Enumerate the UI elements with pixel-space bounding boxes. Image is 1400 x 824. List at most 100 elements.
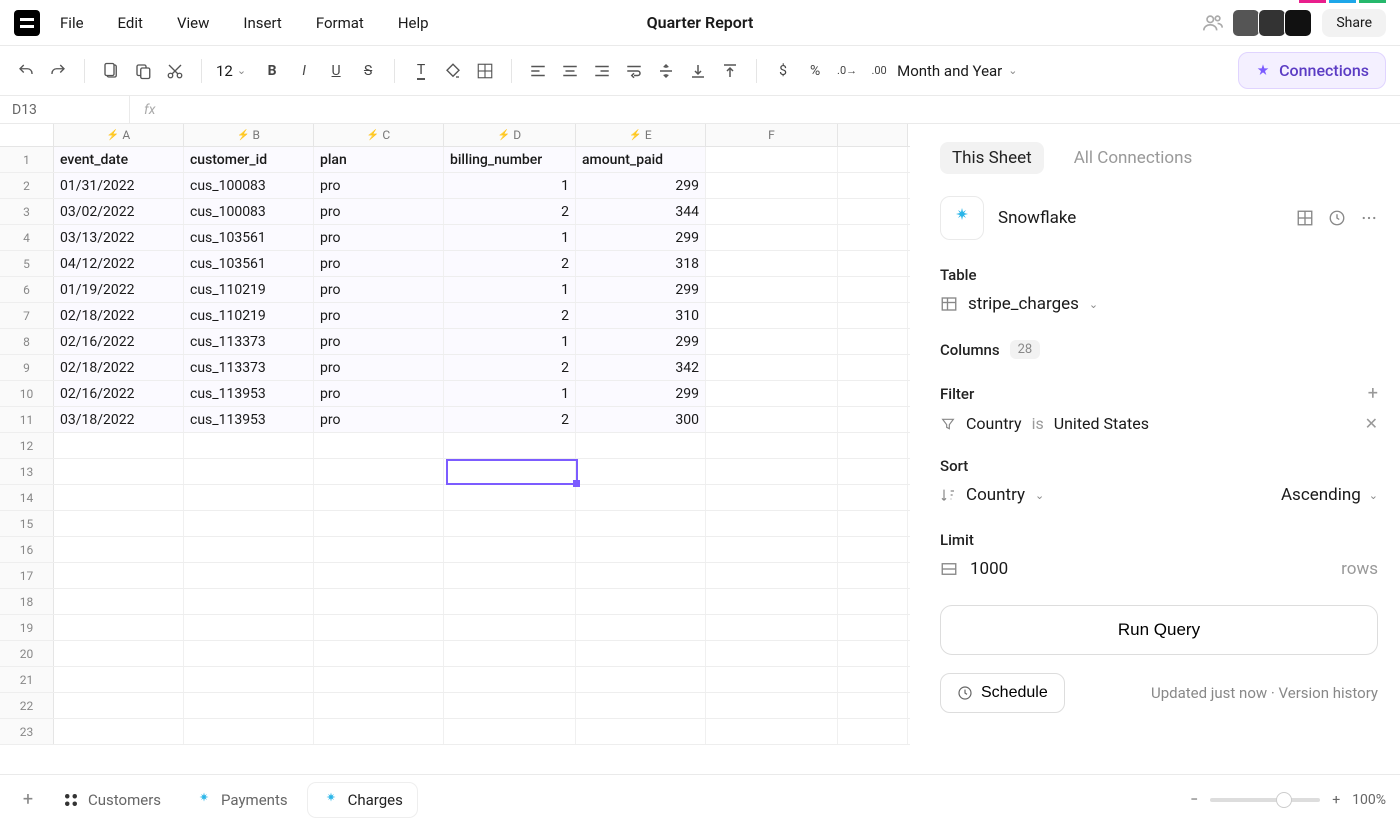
grid-icon[interactable] xyxy=(1296,209,1314,227)
column-header-D[interactable]: ⚡D xyxy=(444,124,576,146)
table-row[interactable]: 23 xyxy=(0,719,910,745)
copy-icon[interactable] xyxy=(131,59,155,83)
table-row[interactable]: 17 xyxy=(0,563,910,589)
app-logo[interactable] xyxy=(14,10,40,36)
undo-icon[interactable] xyxy=(14,59,38,83)
column-header-E[interactable]: ⚡E xyxy=(576,124,706,146)
table-row[interactable]: 1103/18/2022cus_113953pro2300 xyxy=(0,407,910,433)
sort-label: Sort xyxy=(940,457,1378,475)
chevron-down-icon: ⌄ xyxy=(1369,489,1378,502)
menu-help[interactable]: Help xyxy=(398,14,429,32)
menu-insert[interactable]: Insert xyxy=(243,14,281,32)
sheet-tab-customers[interactable]: Customers xyxy=(48,783,175,817)
clipboard-icon[interactable] xyxy=(99,59,123,83)
cell-reference[interactable]: D13 xyxy=(0,96,130,123)
table-row[interactable]: 12 xyxy=(0,433,910,459)
run-query-button[interactable]: Run Query xyxy=(940,605,1378,655)
table-row[interactable]: 15 xyxy=(0,511,910,537)
schedule-button[interactable]: Schedule xyxy=(940,673,1065,713)
align-left-icon[interactable] xyxy=(526,59,550,83)
table-row[interactable]: 22 xyxy=(0,693,910,719)
column-header-B[interactable]: ⚡B xyxy=(184,124,314,146)
chevron-down-icon: ⌄ xyxy=(1035,489,1044,502)
column-header-C[interactable]: ⚡C xyxy=(314,124,444,146)
valign-middle-icon[interactable] xyxy=(654,59,678,83)
collaborator-avatars[interactable] xyxy=(1234,9,1312,37)
table-row[interactable]: 303/02/2022cus_100083pro2344 xyxy=(0,199,910,225)
percent-icon[interactable]: % xyxy=(803,59,827,83)
table-row[interactable]: 14 xyxy=(0,485,910,511)
menu-format[interactable]: Format xyxy=(316,14,364,32)
align-right-icon[interactable] xyxy=(590,59,614,83)
spreadsheet[interactable]: ⚡A ⚡B ⚡C ⚡D ⚡E F 1event_datecustomer_idp… xyxy=(0,124,910,774)
zoom-slider[interactable] xyxy=(1210,798,1320,802)
connection-name: Snowflake xyxy=(998,208,1282,228)
limit-value[interactable]: 1000 xyxy=(970,559,1008,579)
sort-direction[interactable]: Ascending ⌄ xyxy=(1281,485,1378,505)
zoom-level: 100% xyxy=(1352,792,1386,808)
formula-input[interactable]: fx xyxy=(130,102,155,118)
table-row[interactable]: 1002/16/2022cus_113953pro1299 xyxy=(0,381,910,407)
decimal-decrease-icon[interactable]: .00 xyxy=(867,59,891,83)
filter-row[interactable]: Country is United States ✕ xyxy=(940,414,1378,433)
table-selector[interactable]: stripe_charges ⌄ xyxy=(940,294,1378,314)
text-color-icon[interactable]: T xyxy=(409,59,433,83)
table-row[interactable]: 16 xyxy=(0,537,910,563)
updated-text[interactable]: Updated just now · Version history xyxy=(1151,684,1378,702)
zoom-out-icon[interactable]: − xyxy=(1190,792,1198,808)
table-label: Table xyxy=(940,266,1378,284)
columns-count-badge: 28 xyxy=(1010,340,1041,359)
more-icon[interactable] xyxy=(1360,209,1378,227)
table-row[interactable]: 21 xyxy=(0,667,910,693)
history-icon[interactable] xyxy=(1328,209,1346,227)
valign-bottom-icon[interactable] xyxy=(686,59,710,83)
table-row[interactable]: 504/12/2022cus_103561pro2318 xyxy=(0,251,910,277)
table-row[interactable]: 20 xyxy=(0,641,910,667)
column-header-F[interactable]: F xyxy=(706,124,838,146)
tab-this-sheet[interactable]: This Sheet xyxy=(940,142,1044,174)
columns-label: Columns xyxy=(940,341,1000,359)
column-header-A[interactable]: ⚡A xyxy=(54,124,184,146)
wrap-icon[interactable] xyxy=(622,59,646,83)
bold-icon[interactable]: B xyxy=(260,59,284,83)
decimal-increase-icon[interactable]: .0→ xyxy=(835,59,859,83)
tab-all-connections[interactable]: All Connections xyxy=(1062,142,1205,174)
font-size-selector[interactable]: 12⌄ xyxy=(216,62,246,80)
date-format-selector[interactable]: Month and Year⌄ xyxy=(897,62,1017,80)
sort-field[interactable]: Country xyxy=(966,485,1025,505)
italic-icon[interactable]: I xyxy=(292,59,316,83)
fill-color-icon[interactable] xyxy=(441,59,465,83)
share-button[interactable]: Share xyxy=(1322,9,1386,37)
table-row[interactable]: 1event_datecustomer_idplanbilling_number… xyxy=(0,147,910,173)
table-row[interactable]: 702/18/2022cus_110219pro2310 xyxy=(0,303,910,329)
add-filter-icon[interactable]: + xyxy=(1368,383,1378,404)
valign-top-icon[interactable] xyxy=(718,59,742,83)
sheet-tab-charges[interactable]: Charges xyxy=(308,783,417,817)
table-row[interactable]: 19 xyxy=(0,615,910,641)
table-row[interactable]: 601/19/2022cus_110219pro1299 xyxy=(0,277,910,303)
add-sheet-button[interactable]: + xyxy=(14,786,42,814)
borders-icon[interactable] xyxy=(473,59,497,83)
menu-view[interactable]: View xyxy=(177,14,209,32)
sheet-tab-payments[interactable]: Payments xyxy=(181,783,302,817)
remove-filter-icon[interactable]: ✕ xyxy=(1365,414,1378,433)
limit-label: Limit xyxy=(940,531,1378,549)
table-row[interactable]: 18 xyxy=(0,589,910,615)
menu-edit[interactable]: Edit xyxy=(118,14,143,32)
table-row[interactable]: 403/13/2022cus_103561pro1299 xyxy=(0,225,910,251)
table-row[interactable]: 902/18/2022cus_113373pro2342 xyxy=(0,355,910,381)
strikethrough-icon[interactable]: S xyxy=(356,59,380,83)
menu-file[interactable]: File xyxy=(60,14,84,32)
align-center-icon[interactable] xyxy=(558,59,582,83)
cut-icon[interactable] xyxy=(163,59,187,83)
table-row[interactable]: 13 xyxy=(0,459,910,485)
zoom-in-icon[interactable]: + xyxy=(1332,792,1340,808)
connections-button[interactable]: Connections xyxy=(1238,52,1386,89)
underline-icon[interactable]: U xyxy=(324,59,348,83)
redo-icon[interactable] xyxy=(46,59,70,83)
table-row[interactable]: 802/16/2022cus_113373pro1299 xyxy=(0,329,910,355)
currency-icon[interactable]: $ xyxy=(771,59,795,83)
table-row[interactable]: 201/31/2022cus_100083pro1299 xyxy=(0,173,910,199)
people-icon[interactable] xyxy=(1202,12,1224,34)
filter-label: Filter xyxy=(940,385,974,403)
